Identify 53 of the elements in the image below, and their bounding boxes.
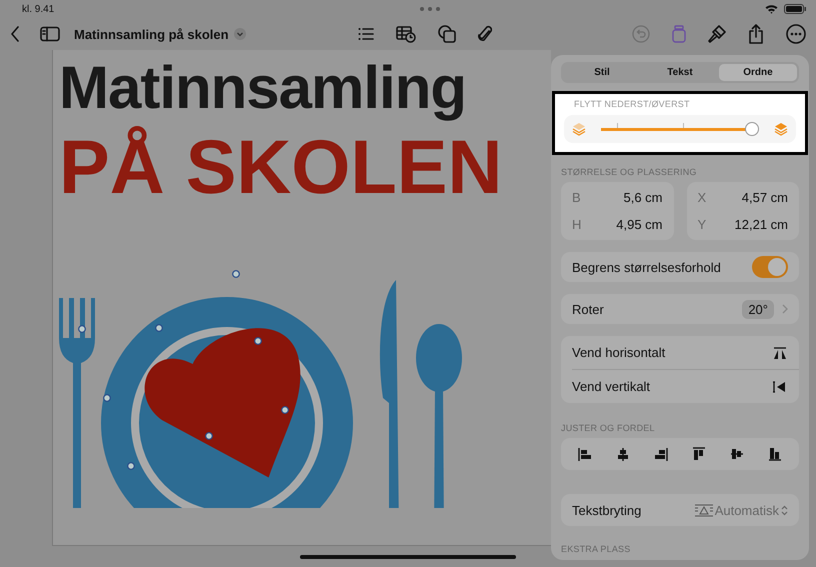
rotate-label: Roter	[572, 302, 604, 316]
chevron-updown-icon	[781, 504, 788, 516]
status-time: kl. 9.41	[22, 4, 54, 14]
align-right-icon[interactable]	[654, 446, 668, 462]
field-label: H	[572, 217, 582, 232]
document-heading: Matinnsamling	[59, 56, 468, 120]
field-value[interactable]: 5,6 cm	[623, 190, 662, 205]
shapes-icon[interactable]	[438, 25, 456, 43]
align-middle-icon[interactable]	[730, 446, 744, 462]
align-center-icon[interactable]	[616, 446, 630, 462]
list-icon[interactable]	[358, 28, 374, 40]
layer-back-icon	[572, 122, 586, 136]
more-dots-icon[interactable]	[420, 7, 440, 11]
section-label: FLYTT NEDERST/ØVERST	[573, 99, 691, 109]
field-value[interactable]: 4,95 cm	[616, 217, 662, 232]
paperclip-icon[interactable]	[478, 25, 492, 43]
share-icon[interactable]	[748, 24, 764, 44]
flip-label[interactable]: Vend horisontalt	[572, 345, 666, 360]
section-label: EKSTRA PLASS	[560, 544, 632, 554]
field-value[interactable]: 12,21 cm	[734, 217, 788, 232]
chevron-down-icon[interactable]	[234, 28, 246, 40]
table-clock-icon[interactable]	[396, 26, 416, 42]
panel-tab[interactable]: Stil	[563, 64, 641, 81]
paintbrush-icon[interactable]	[708, 25, 726, 43]
flip-label[interactable]: Vend vertikalt	[572, 379, 650, 394]
field-value[interactable]: 4,57 cm	[742, 190, 788, 205]
more-icon[interactable]	[786, 24, 806, 44]
rotate-value[interactable]: 20°	[742, 300, 774, 318]
field-label: X	[698, 190, 706, 205]
text-wrap-label: Tekstbryting	[572, 502, 642, 518]
align-top-icon[interactable]	[692, 446, 706, 462]
toggle-label: Begrens størrelsesforhold	[572, 260, 721, 274]
field-label: B	[572, 190, 581, 205]
chevron-right-icon	[782, 304, 788, 314]
section-label: JUSTER OG FORDEL	[560, 423, 656, 433]
field-label: Y	[698, 217, 706, 232]
sidebar-icon[interactable]	[40, 26, 60, 42]
battery-icon	[784, 4, 806, 14]
layer-front-icon	[774, 122, 788, 136]
wifi-icon	[765, 4, 778, 14]
flip-vertical-icon[interactable]	[772, 380, 788, 394]
toggle-switch[interactable]	[752, 256, 788, 278]
document-subheading: PÅ SKOLEN	[59, 126, 504, 210]
panel-tab[interactable]: Tekst	[641, 64, 719, 81]
document-title[interactable]: Matinnsamling på skolen	[74, 26, 229, 42]
section-label: STØRRELSE OG PLASSERING	[560, 167, 698, 177]
text-wrap-icon	[694, 504, 713, 516]
back-icon[interactable]	[10, 26, 20, 42]
align-bottom-icon[interactable]	[768, 446, 782, 462]
flip-horizontal-icon[interactable]	[772, 346, 788, 360]
slider-thumb[interactable]	[745, 122, 759, 136]
panel-tab[interactable]: Ordne	[719, 64, 797, 81]
align-left-icon[interactable]	[578, 446, 592, 462]
